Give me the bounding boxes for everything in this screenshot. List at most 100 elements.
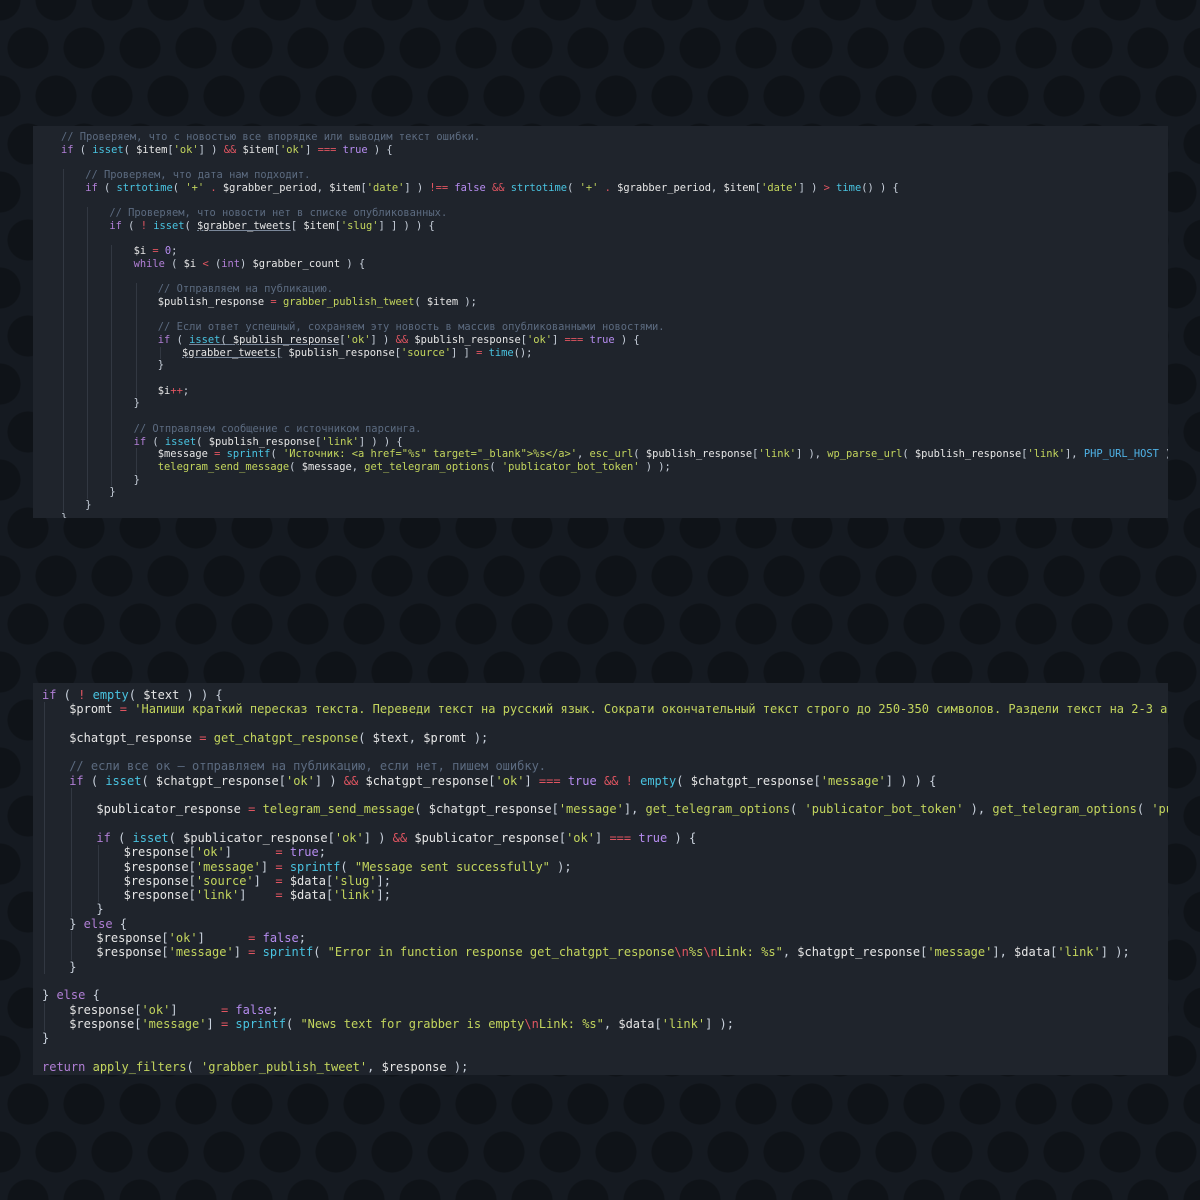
code-token: true [567,773,597,788]
code-line [33,816,1168,831]
indent-guide [87,270,89,284]
indent-guide [159,346,161,360]
code-token: ), [963,802,993,817]
code-token: 'ok' [195,845,225,860]
code-token: $publicator_response [414,830,559,845]
code-token: 'message' [820,773,886,788]
code-token: $grabber_tweets [182,346,276,359]
code-token: // Проверяем, что новости нет в списке о… [109,207,448,220]
indent-guide [87,257,89,271]
indent-guide [87,422,89,436]
indent-guide [111,257,113,271]
code-token: ; [271,1002,279,1017]
code-token: if [133,435,147,448]
code-token: ], [1065,448,1084,461]
code-token: ( [184,219,198,232]
code-token: 'grabber_publish_tweet' [200,1059,368,1074]
code-token: ] ] ) ) { [378,219,435,232]
code-token: } [61,511,68,518]
code-line [33,232,1168,246]
code-token: ] [233,945,249,960]
code-token: === [538,773,561,788]
indent-guide [87,219,89,233]
code-token: ( [164,257,184,270]
code-token: 'ok' [141,1002,171,1017]
code-token: { [112,916,127,931]
code-line [33,788,1168,803]
code-token: ( [414,802,429,817]
indent-guide [111,308,113,322]
code-line [33,716,1168,731]
code-token: ], [623,802,646,817]
indent-guide [135,295,137,309]
code-token: 'message' [168,945,234,960]
code-token: "Error in function response get_chatgpt_… [327,945,675,960]
code-token: 'Источник: <a href="%s" target="_blank">… [282,448,577,461]
code-token: 'link' [1027,448,1066,461]
code-token: ( [186,1059,201,1074]
code-line: } [33,486,1168,499]
code-token: // Если ответ успешный, сохраняем эту но… [157,321,665,334]
code-token: [ [188,859,196,874]
indent-guide [98,888,100,903]
code-token: } [69,916,84,931]
indent-guide [87,245,89,258]
code-token: empty [640,773,677,788]
code-line: } [33,498,1168,512]
code-token: } [133,473,140,486]
indent-guide [87,346,89,360]
code-token: $item [136,143,168,156]
code-token: $publicator_response [183,830,328,845]
code-token: (); [513,346,533,359]
code-token: = [119,702,128,717]
code-token: ) { [340,257,366,270]
code-panel-top: // Проверяем, что с новостью все впорядк… [33,126,1168,518]
indent-guide [44,802,45,817]
code-token: 'publicator_bot_token' [804,802,964,817]
code-token: ) ); [1159,448,1168,460]
code-token: $data [289,888,326,903]
code-token: Link: %s" [717,945,783,960]
code-token: // Проверяем, что дата нам подходит. [85,169,311,182]
code-token: ( [128,688,144,702]
code-token: ], [992,945,1015,960]
indent-guide [63,346,64,360]
code-line: $response['source'] = $data['slug']; [33,873,1168,889]
code-token: 'ok' [280,143,306,156]
code-token: [ [161,945,169,960]
code-token: 'ok' [285,773,315,788]
code-token: ] ) ) { [358,435,403,448]
code-token: 'link' [1057,945,1101,960]
indent-guide [63,486,64,499]
code-token: ] ) [404,181,430,194]
code-token: isset [132,830,169,845]
code-token: true [589,334,615,346]
code-token: } [109,486,116,499]
code-token: if [61,143,74,156]
code-token: isset [153,219,185,232]
indent-guide [44,959,45,974]
indent-guide [63,410,64,423]
code-line: $promt = 'Напиши краткий пересказ текста… [33,702,1168,717]
code-token: ] ); [1100,945,1130,960]
code-token: } [157,359,165,372]
code-token: ]; [376,888,391,903]
code-token: , [576,448,590,461]
code-token: ] ); [705,1016,734,1031]
code-token: $publicator_response [96,802,241,817]
indent-guide [87,410,89,423]
code-token: } [42,988,57,1003]
indent-guide [63,169,64,182]
code-token: if [42,688,57,702]
code-token: $response [123,873,189,888]
code-token: $response [123,888,189,903]
code-token: if [109,219,122,232]
code-token: === [564,334,584,346]
indent-guide [71,830,73,846]
indent-guide [44,730,45,746]
code-token: ); [466,730,489,745]
